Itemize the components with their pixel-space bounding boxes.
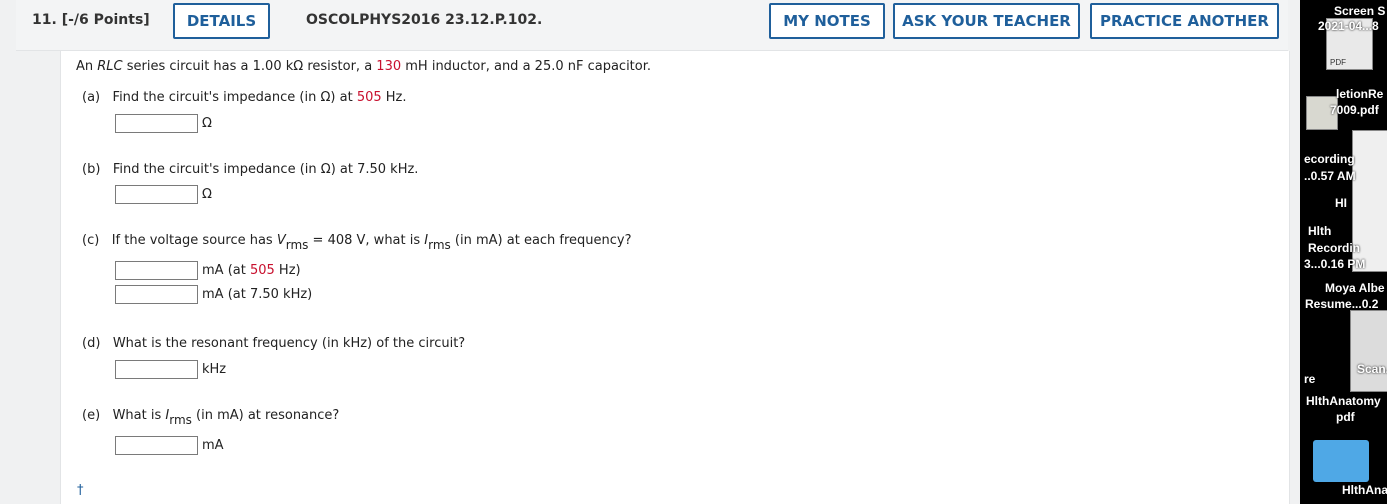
part-c-unit-1: mA (at 505 Hz) — [202, 263, 301, 278]
question-number: 11. [-/6 Points] — [32, 12, 150, 28]
desktop-label[interactable]: 3...0.16 PM — [1304, 257, 1365, 271]
part-a-prompt: (a) Find the circuit's impedance (in Ω) … — [82, 90, 407, 105]
desktop-label[interactable]: ..0.57 AM — [1304, 169, 1356, 183]
part-b-answer-input[interactable] — [115, 185, 198, 204]
pdf-badge: PDF — [1330, 58, 1346, 67]
part-d-answer-input[interactable] — [115, 360, 198, 379]
part-b-unit: Ω — [202, 187, 212, 202]
desktop-label[interactable]: Hlth — [1308, 224, 1331, 238]
ask-teacher-button[interactable]: ASK YOUR TEACHER — [893, 3, 1080, 39]
desktop-label[interactable]: pdf — [1336, 410, 1355, 424]
part-a-answer-input[interactable] — [115, 114, 198, 133]
desktop-label[interactable]: Recordin — [1308, 241, 1360, 255]
question-code: OSCOLPHYS2016 23.12.P.102. — [306, 12, 543, 28]
details-button[interactable]: DETAILS — [173, 3, 270, 39]
part-b-prompt: (b) Find the circuit's impedance (in Ω) … — [82, 162, 419, 177]
folder-icon[interactable] — [1313, 440, 1369, 482]
part-a-unit: Ω — [202, 116, 212, 131]
desktop-label[interactable]: HlthAna — [1342, 483, 1387, 497]
part-d-unit: kHz — [202, 362, 227, 377]
footnote-dagger: † — [77, 483, 84, 498]
part-d-prompt: (d) What is the resonant frequency (in k… — [82, 336, 466, 351]
assignment-page: 11. [-/6 Points] DETAILS OSCOLPHYS2016 2… — [0, 0, 1300, 504]
part-c-prompt: (c) If the voltage source has Vrms = 408… — [82, 233, 632, 252]
part-e-answer-input[interactable] — [115, 436, 198, 455]
desktop-label[interactable]: letionRe — [1336, 87, 1383, 101]
desktop-label[interactable]: 2021-04...8 — [1318, 19, 1379, 33]
image-thumbnail-icon[interactable] — [1350, 310, 1387, 392]
my-notes-button[interactable]: MY NOTES — [769, 3, 885, 39]
desktop-label[interactable]: HlthAnatomy — [1306, 394, 1381, 408]
part-c-unit-2: mA (at 7.50 kHz) — [202, 287, 313, 302]
desktop-label[interactable]: 7009.pdf — [1330, 103, 1379, 117]
desktop-label[interactable]: Scan.jp — [1357, 362, 1387, 376]
desktop-label[interactable]: ecording — [1304, 152, 1355, 166]
part-e-prompt: (e) What is Irms (in mA) at resonance? — [82, 408, 340, 427]
problem-intro: An RLC series circuit has a 1.00 kΩ resi… — [76, 59, 652, 74]
part-c-answer-input-1[interactable] — [115, 261, 198, 280]
question-content: An RLC series circuit has a 1.00 kΩ resi… — [60, 51, 1290, 504]
practice-another-button[interactable]: PRACTICE ANOTHER — [1090, 3, 1279, 39]
desktop-label[interactable]: Screen S — [1334, 4, 1385, 18]
part-e-unit: mA — [202, 438, 224, 453]
desktop-label[interactable]: Moya Albe — [1325, 281, 1385, 295]
desktop-background: Screen S 2021-04...8 PDF letionRe 7009.p… — [1300, 0, 1387, 504]
desktop-label[interactable]: Resume...0.2 — [1305, 297, 1378, 311]
question-header: 11. [-/6 Points] DETAILS OSCOLPHYS2016 2… — [16, 0, 1288, 51]
desktop-label[interactable]: HI — [1335, 196, 1347, 210]
desktop-label[interactable]: re — [1304, 372, 1315, 386]
part-c-answer-input-2[interactable] — [115, 285, 198, 304]
